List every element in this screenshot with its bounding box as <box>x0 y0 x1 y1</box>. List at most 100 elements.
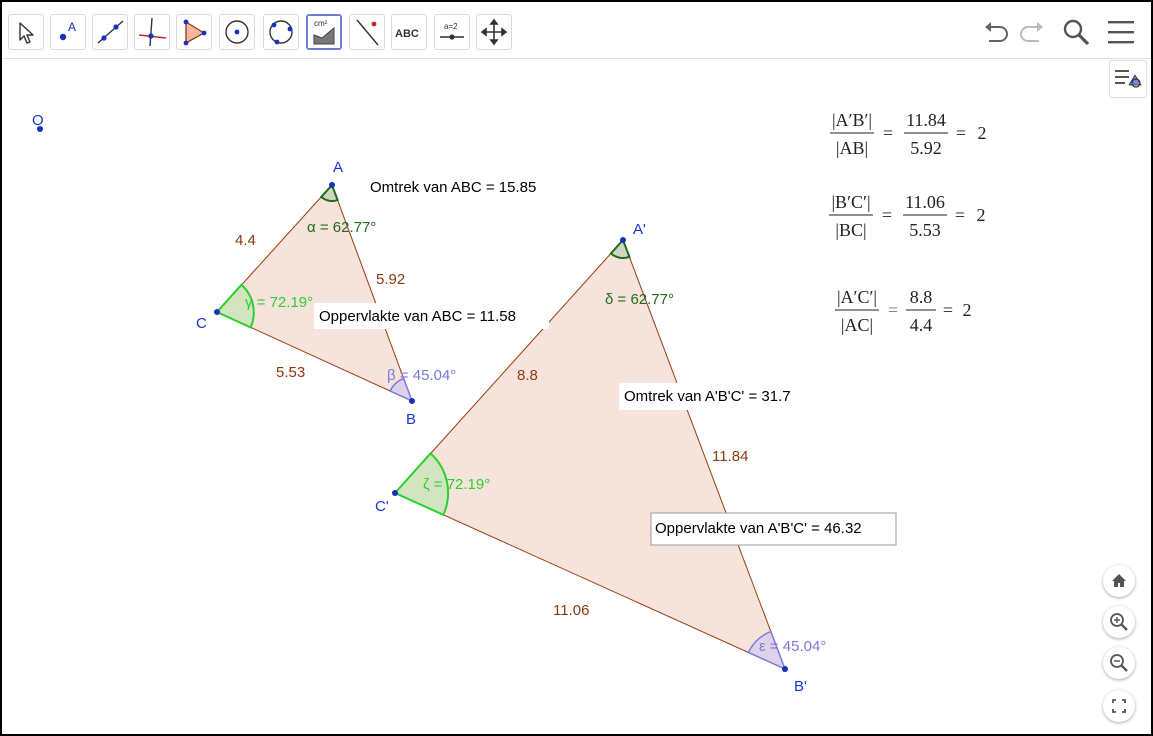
search-icon <box>1063 19 1090 46</box>
toolbar: A cm² ABC a=2 <box>2 2 1151 59</box>
point-a1[interactable] <box>620 237 626 243</box>
move-tool-button[interactable] <box>8 14 44 50</box>
move-tool-icon <box>19 22 34 44</box>
ratio-ab-num-label: |A′B′| <box>832 110 872 130</box>
ratio-ab-equals-2: = <box>956 123 966 143</box>
search-button[interactable] <box>1060 16 1092 48</box>
zoom-in-icon <box>1110 613 1128 631</box>
graphics-view[interactable]: O A B C A' B' C' 4.4 5.92 5.53 8.8 11.84… <box>2 59 1151 734</box>
zoom-out-button[interactable] <box>1103 647 1135 679</box>
angle-label-zeta: ζ = 72.19° <box>423 476 490 493</box>
ratio-bc-num-val: 11.06 <box>905 192 945 212</box>
side-label-ab: 5.92 <box>376 271 405 288</box>
angle-alpha-sector[interactable] <box>319 183 339 203</box>
move-graphics-view-tool-icon <box>480 18 508 46</box>
reflect-tool-button[interactable] <box>349 14 385 50</box>
side-label-a1b1: 11.84 <box>712 448 748 465</box>
undo-icon <box>985 22 1008 42</box>
angle-label-delta: δ = 62.77° <box>605 291 674 308</box>
ratio-ab-den-val: 5.92 <box>910 138 942 158</box>
oppervlakte-a1b1c1-text: Oppervlakte van A'B'C' = 46.32 <box>655 520 862 537</box>
line-tool-button[interactable] <box>92 14 128 50</box>
circle-tool-button[interactable] <box>219 14 255 50</box>
circle-three-points-tool-icon <box>269 20 293 45</box>
circle-three-points-tool-button[interactable] <box>263 14 299 50</box>
ratio-ab-num-val: 11.84 <box>906 110 946 130</box>
angle-label-beta: β = 45.04° <box>387 367 456 384</box>
point-b[interactable] <box>409 398 415 404</box>
text-tool-button[interactable]: ABC <box>391 14 427 50</box>
zoom-out-icon <box>1110 654 1128 672</box>
omtrek-a1b1c1-text: Omtrek van A'B'C' = 31.7 <box>624 388 791 405</box>
ratio-ab[interactable]: |A′B′| |AB| = 11.84 5.92 = 2 <box>830 110 987 158</box>
point-label-c1: C' <box>375 498 389 515</box>
ratio-ac-den-label: |AC| <box>841 315 873 335</box>
home-button[interactable] <box>1103 565 1135 597</box>
line-tool-icon <box>97 20 124 44</box>
fullscreen-icon <box>1112 699 1126 713</box>
ratio-bc-den-label: |BC| <box>835 220 866 240</box>
slider-tool-icon: a=2 <box>440 22 464 40</box>
geogebra-app: A cm² ABC a=2 O A B C A' B' C' 4.4 5.92 … <box>0 0 1153 736</box>
point-c1[interactable] <box>392 490 398 496</box>
point-tool-button[interactable]: A <box>50 14 86 50</box>
side-label-bc: 5.53 <box>276 364 305 381</box>
point-label-a: A <box>333 159 343 176</box>
polygon-tool-button[interactable] <box>176 14 212 50</box>
svg-text:ABC: ABC <box>395 28 419 40</box>
side-label-b1c1: 11.06 <box>553 602 589 619</box>
point-label-c: C <box>196 315 207 332</box>
fullscreen-button[interactable] <box>1103 690 1135 722</box>
ratio-ac-num-label: |A′C′| <box>837 287 877 307</box>
svg-text:cm²: cm² <box>314 19 328 28</box>
angle-label-alpha: α = 62.77° <box>307 219 376 236</box>
area-tool-button[interactable]: cm² <box>306 14 342 50</box>
ratio-bc-den-val: 5.53 <box>909 220 941 240</box>
undo-button[interactable] <box>980 16 1012 48</box>
ratio-ac[interactable]: |A′C′| |AC| = 8.8 4.4 = 2 <box>835 287 972 335</box>
angle-label-gamma: γ = 72.19° <box>245 294 313 311</box>
menu-button[interactable] <box>1105 16 1137 48</box>
angle-label-epsilon: ε = 45.04° <box>759 638 826 655</box>
ratio-ac-equals: = <box>888 300 898 320</box>
ratio-bc-num-label: |B′C′| <box>831 192 870 212</box>
move-graphics-view-tool-button[interactable] <box>476 14 512 50</box>
reflect-tool-icon <box>356 19 379 46</box>
ratio-bc-equals-2: = <box>955 205 965 225</box>
ratio-ab-result: 2 <box>978 123 987 143</box>
point-c[interactable] <box>214 309 220 315</box>
ratio-bc-equals: = <box>882 205 892 225</box>
redo-icon <box>1020 22 1043 42</box>
point-a[interactable] <box>329 182 335 188</box>
perpendicular-line-tool-button[interactable] <box>134 14 170 50</box>
ratio-ac-equals-2: = <box>943 300 953 320</box>
side-label-a1c1: 8.8 <box>517 367 538 384</box>
area-tool-icon: cm² <box>313 19 335 45</box>
slider-tool-button[interactable]: a=2 <box>434 14 470 50</box>
home-icon <box>1112 574 1126 587</box>
ratio-bc[interactable]: |B′C′| |BC| = 11.06 5.53 = 2 <box>829 192 986 240</box>
redo-button[interactable] <box>1016 16 1048 48</box>
angle-delta-sector[interactable] <box>609 238 631 260</box>
point-b1[interactable] <box>782 666 788 672</box>
menu-icon <box>1108 21 1134 44</box>
perpendicular-line-tool-icon <box>138 17 167 47</box>
ratio-ab-equals: = <box>883 123 893 143</box>
ratio-ab-den-label: |AB| <box>836 138 868 158</box>
point-label-o: O <box>32 112 44 129</box>
ratio-bc-result: 2 <box>977 205 986 225</box>
svg-text:A: A <box>68 20 76 34</box>
point-tool-icon: A <box>59 20 76 41</box>
point-label-a1: A' <box>633 221 646 238</box>
circle-tool-icon <box>225 20 249 44</box>
point-label-b: B <box>406 411 416 428</box>
polygon-tool-icon <box>183 19 207 46</box>
ratio-ac-result: 2 <box>963 300 972 320</box>
zoom-in-button[interactable] <box>1103 606 1135 638</box>
omtrek-abc-text: Omtrek van ABC = 15.85 <box>370 179 536 196</box>
oppervlakte-abc-text: Oppervlakte van ABC = 11.58 <box>319 308 516 325</box>
side-label-ac: 4.4 <box>235 232 256 249</box>
point-label-b1: B' <box>794 678 807 695</box>
ratio-ac-den-val: 4.4 <box>910 315 933 335</box>
ratio-ac-num-val: 8.8 <box>910 287 933 307</box>
